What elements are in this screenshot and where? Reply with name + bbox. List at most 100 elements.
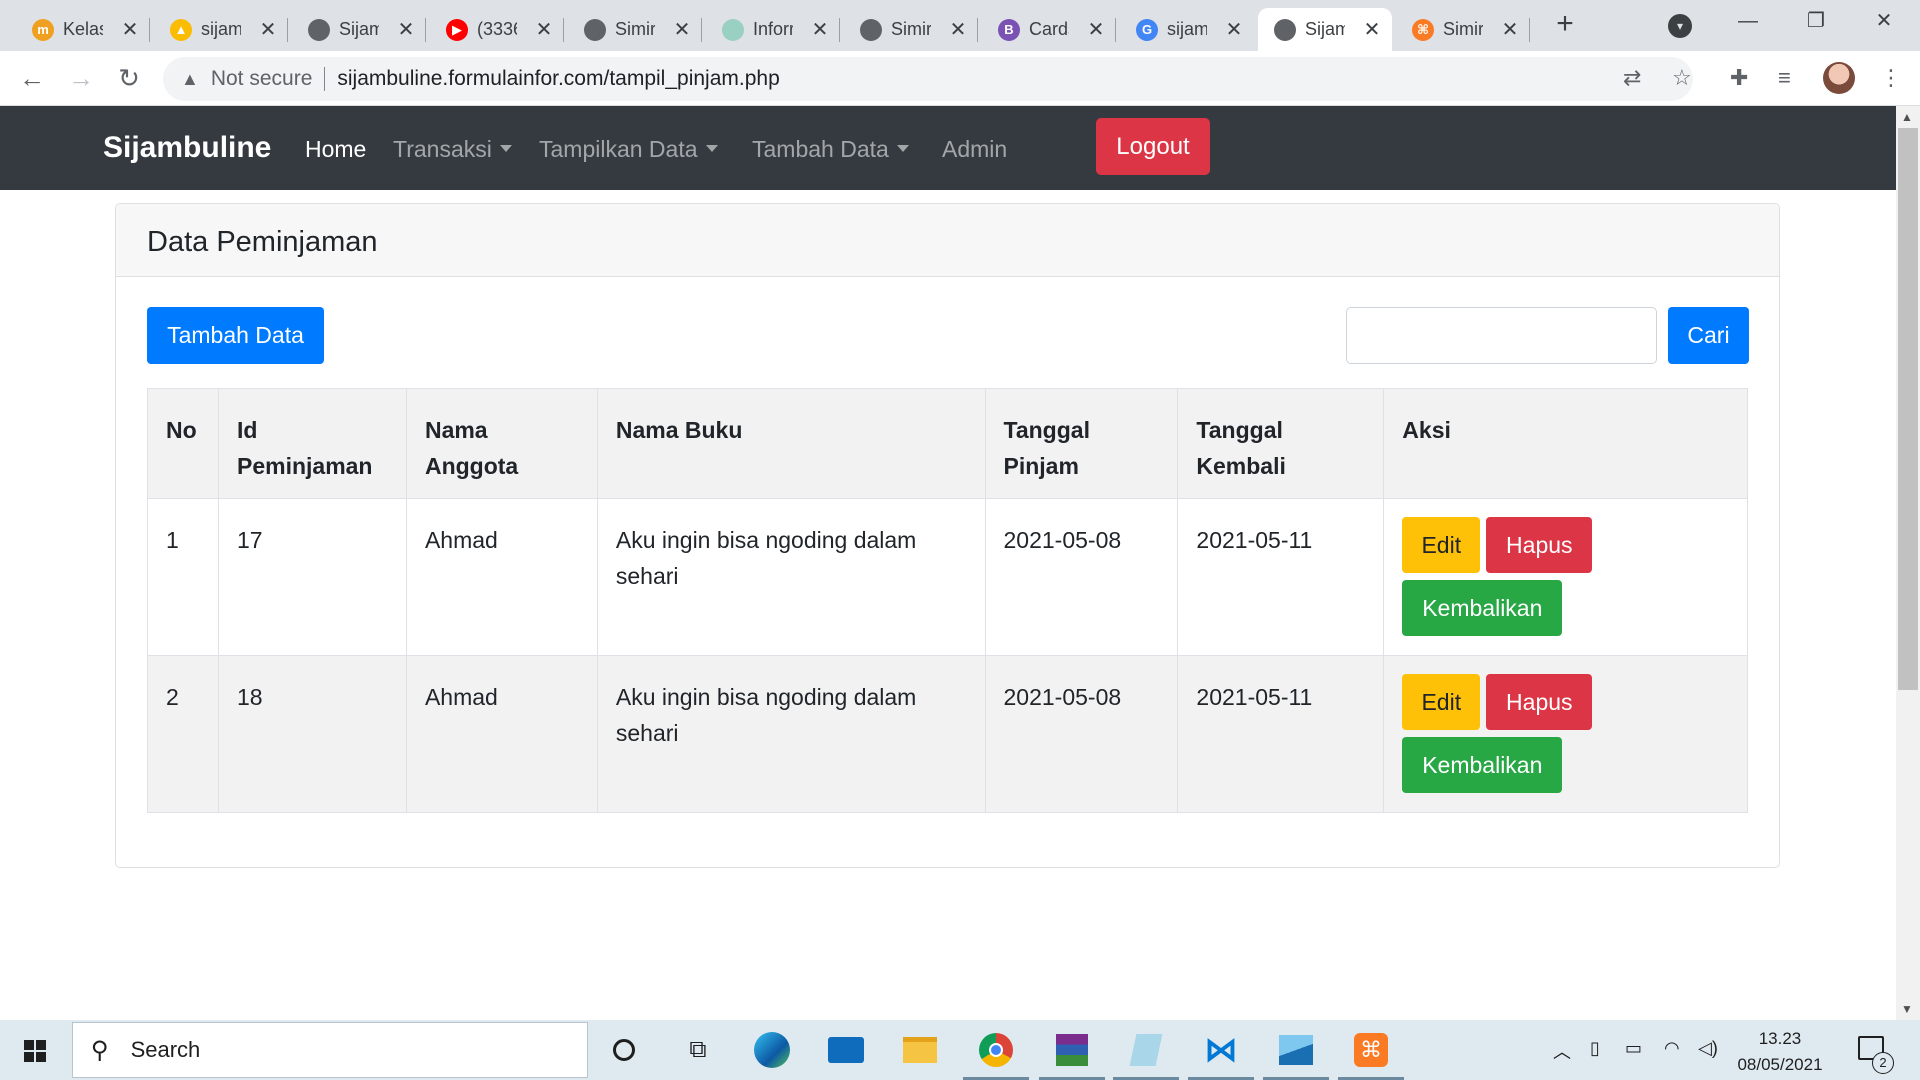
show-hidden-icons[interactable]: ︿ (1553, 1038, 1571, 1064)
tab-favicon-icon: G (1136, 18, 1158, 41)
warning-icon[interactable]: ▲ (181, 69, 199, 90)
start-button[interactable] (10, 1030, 60, 1070)
url-text[interactable]: sijambuline.formulainfor.com/tampil_pinj… (337, 67, 779, 91)
kembalikan-button[interactable]: Kembalikan (1402, 737, 1563, 793)
tambah-data-button[interactable]: Tambah Data (147, 307, 324, 364)
browser-tab[interactable]: Simir ✕ (568, 8, 702, 51)
browser-tab[interactable]: Gsijam ✕ (1120, 8, 1254, 51)
volume-icon[interactable]: ◁) (1698, 1038, 1718, 1059)
nav-home[interactable]: Home (305, 136, 366, 163)
vscode-icon[interactable]: ⋈ (1201, 1030, 1241, 1070)
media-control-icon[interactable]: ≡ (1778, 65, 1791, 91)
tab-separator (287, 18, 288, 42)
extensions-icon[interactable]: ✚ (1730, 65, 1748, 91)
tab-favicon-icon: B (998, 18, 1020, 41)
browser-tab[interactable]: ▲ sijam ✕ (154, 8, 288, 51)
tab-separator (977, 18, 978, 42)
scroll-down-icon[interactable]: ▼ (1901, 1002, 1913, 1016)
notification-count: 2 (1872, 1052, 1894, 1074)
browser-tab[interactable]: B Cards ✕ (982, 8, 1116, 51)
translate-icon[interactable]: ⇄ (1623, 65, 1641, 91)
tab-close-icon[interactable]: ✕ (120, 17, 140, 42)
tab-close-icon[interactable]: ✕ (1500, 17, 1520, 42)
nav-tambah-data[interactable]: Tambah Data (752, 136, 909, 163)
nav-tampilkan-data-label: Tampilkan Data (539, 136, 698, 162)
hapus-button[interactable]: Hapus (1486, 674, 1593, 730)
menu-dots-icon[interactable]: ⋮ (1880, 65, 1902, 91)
action-group: Edit Hapus Kembalikan (1402, 517, 1729, 647)
new-tab-button[interactable]: + (1550, 8, 1580, 42)
nav-admin[interactable]: Admin (942, 136, 1007, 163)
browser-tab[interactable]: Simir ✕ (844, 8, 978, 51)
mail-icon[interactable] (826, 1030, 866, 1070)
profile-avatar[interactable] (1823, 62, 1855, 94)
tab-close-icon[interactable]: ✕ (948, 17, 968, 42)
back-icon[interactable]: ← (17, 63, 47, 93)
photos-icon[interactable] (1276, 1030, 1316, 1070)
tab-close-icon[interactable]: ✕ (672, 17, 692, 42)
edge-icon[interactable] (752, 1030, 792, 1070)
logout-button[interactable]: Logout (1096, 118, 1210, 175)
browser-tab[interactable]: ▶ (3336 ✕ (430, 8, 564, 51)
nav-transaksi[interactable]: Transaksi (393, 136, 512, 163)
tab-close-icon[interactable]: ✕ (1224, 17, 1244, 42)
file-explorer-icon[interactable] (900, 1030, 940, 1070)
security-label[interactable]: Not secure (211, 67, 313, 91)
tab-close-icon[interactable]: ✕ (810, 17, 830, 42)
xampp-icon[interactable]: ⌘ (1351, 1030, 1391, 1070)
tab-close-icon[interactable]: ✕ (534, 17, 554, 42)
close-window-icon[interactable]: ✕ (1854, 6, 1914, 36)
browser-tab[interactable]: Sijam ✕ (292, 8, 426, 51)
browser-tab[interactable]: Inforr ✕ (706, 8, 840, 51)
tab-favicon-icon: ▶ (446, 18, 468, 41)
nav-tampilkan-data[interactable]: Tampilkan Data (539, 136, 718, 163)
restore-icon[interactable]: ❐ (1786, 6, 1846, 36)
minimize-icon[interactable]: — (1718, 6, 1778, 36)
taskbar-clock[interactable]: 13.23 08/05/2021 (1725, 1026, 1835, 1078)
page-scrollbar[interactable]: ▲ ▼ (1896, 106, 1920, 1020)
forward-icon[interactable]: → (66, 63, 96, 93)
cell-no: 2 (147, 655, 219, 813)
device-icon[interactable]: ▯ (1590, 1038, 1600, 1059)
bookmark-star-icon[interactable]: ☆ (1672, 65, 1692, 91)
tab-close-icon[interactable]: ✕ (1086, 17, 1106, 42)
caret-down-icon (705, 145, 718, 153)
card-title: Data Peminjaman (116, 204, 1779, 277)
tab-close-icon[interactable]: ✕ (258, 17, 278, 42)
notepad-icon[interactable] (1126, 1030, 1166, 1070)
cortana-icon[interactable] (604, 1030, 644, 1070)
scrollbar-thumb[interactable] (1898, 128, 1918, 690)
winrar-icon[interactable] (1052, 1030, 1092, 1070)
tab-search-icon[interactable]: ▾ (1668, 14, 1692, 38)
site-navbar: Sijambuline Home Transaksi Tampilkan Dat… (0, 106, 1896, 190)
battery-icon[interactable]: ▭ (1625, 1038, 1642, 1059)
scroll-up-icon[interactable]: ▲ (1901, 110, 1913, 124)
cell-aksi: Edit Hapus Kembalikan (1383, 498, 1748, 656)
browser-tab[interactable]: m Kelas ✕ (16, 8, 150, 51)
edit-button[interactable]: Edit (1402, 517, 1481, 573)
wifi-icon[interactable]: ◠ (1664, 1038, 1680, 1059)
browser-tab[interactable]: Sijam ✕ (1258, 8, 1392, 51)
nav-tambah-data-label: Tambah Data (752, 136, 889, 162)
tab-close-icon[interactable]: ✕ (1362, 17, 1382, 42)
hapus-button[interactable]: Hapus (1486, 517, 1593, 573)
site-brand[interactable]: Sijambuline (103, 131, 271, 165)
cell-buku: Aku ingin bisa ngoding dalam sehari (596, 498, 986, 656)
address-bar[interactable]: ▲ Not secure sijambuline.formulainfor.co… (163, 57, 1693, 101)
chrome-icon[interactable] (976, 1030, 1016, 1070)
tab-close-icon[interactable]: ✕ (396, 17, 416, 42)
header-nama-buku: Nama Buku (596, 388, 986, 499)
search-input[interactable] (1346, 307, 1657, 364)
tab-title: Simir (615, 19, 655, 39)
reload-icon[interactable]: ↻ (114, 63, 144, 93)
tab-title: Sijam (339, 19, 379, 39)
cari-button[interactable]: Cari (1668, 307, 1749, 364)
edit-button[interactable]: Edit (1402, 674, 1481, 730)
browser-tab[interactable]: ⌘ Simir ✕ (1396, 8, 1530, 51)
task-view-icon[interactable]: ⧉ (678, 1030, 718, 1070)
cell-buku: Aku ingin bisa ngoding dalam sehari (596, 655, 986, 813)
taskbar-search[interactable]: ⚲ Search (72, 1022, 588, 1078)
table-header-row: No Id Peminjaman Nama Anggota Nama Buku … (147, 388, 1748, 499)
cell-pinjam: 2021-05-08 (984, 655, 1179, 813)
kembalikan-button[interactable]: Kembalikan (1402, 580, 1563, 636)
